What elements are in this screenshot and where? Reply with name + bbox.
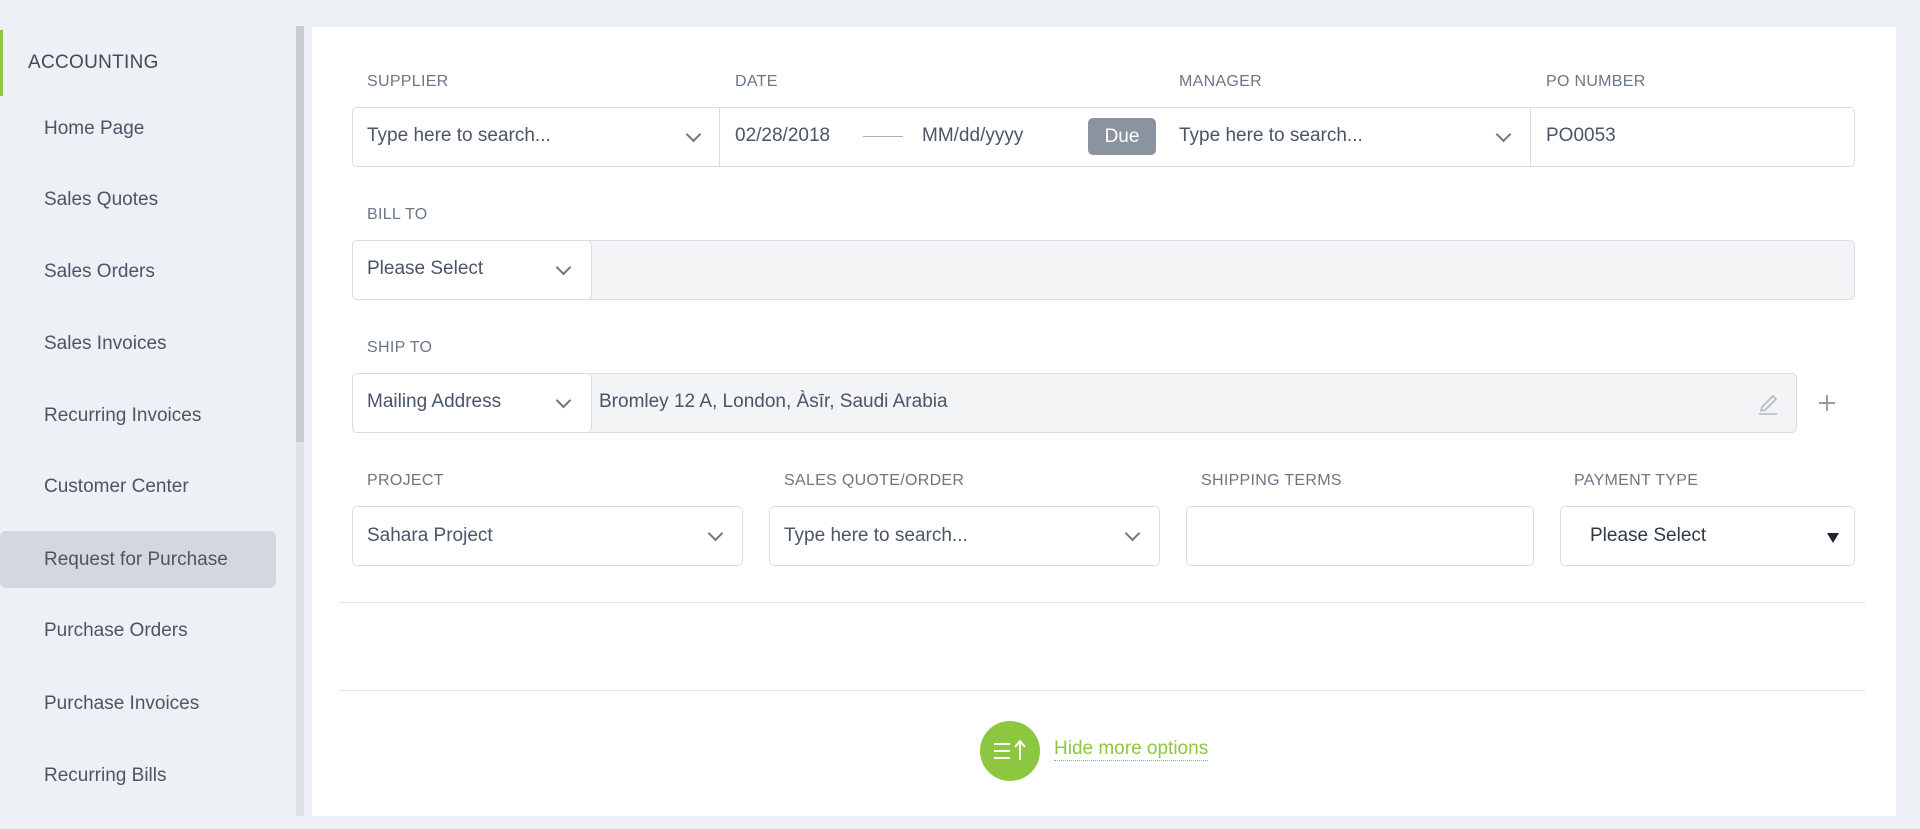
sidebar-item-request-for-purchase[interactable]: Request for Purchase bbox=[0, 531, 276, 588]
supplier-label: SUPPLIER bbox=[367, 73, 449, 90]
sidebar-item-home-page[interactable]: Home Page bbox=[0, 100, 276, 157]
manager-label: MANAGER bbox=[1179, 73, 1262, 90]
ship-to-address-value: Bromley 12 A, London, Àsīr, Saudi Arabia bbox=[599, 391, 948, 412]
payment-type-label: PAYMENT TYPE bbox=[1574, 472, 1699, 489]
sidebar-item-label: Request for Purchase bbox=[44, 548, 228, 570]
sidebar-item-label: Customer Center bbox=[44, 475, 189, 497]
collapse-options-button[interactable] bbox=[980, 721, 1040, 781]
due-badge: Due bbox=[1088, 118, 1156, 155]
sidebar-item-label: Home Page bbox=[44, 117, 145, 139]
sidebar-item-purchase-orders[interactable]: Purchase Orders bbox=[0, 602, 276, 659]
shipping-terms-field[interactable] bbox=[1186, 506, 1534, 566]
sidebar-item-recurring-bills[interactable]: Recurring Bills bbox=[0, 747, 276, 804]
section-accent-bar bbox=[0, 30, 3, 96]
sidebar-item-purchase-invoices[interactable]: Purchase Invoices bbox=[0, 675, 276, 732]
section-divider bbox=[340, 602, 1866, 603]
ship-to-select-value: Mailing Address bbox=[367, 391, 502, 412]
caret-down-icon[interactable] bbox=[1827, 533, 1839, 543]
hide-more-options-link[interactable]: Hide more options bbox=[1054, 738, 1209, 761]
sidebar-item-recurring-invoices[interactable]: Recurring Invoices bbox=[0, 387, 276, 444]
po-number-field[interactable]: PO0053 bbox=[1546, 125, 1616, 147]
sales-quote-order-search-input[interactable]: Type here to search... bbox=[784, 525, 968, 547]
sidebar-item-label: Recurring Bills bbox=[44, 764, 167, 786]
shipping-terms-label: SHIPPING TERMS bbox=[1201, 472, 1342, 489]
supplier-search-input[interactable]: Type here to search... bbox=[367, 125, 551, 147]
sales-quote-order-label: SALES QUOTE/ORDER bbox=[784, 472, 965, 489]
sidebar-item-label: Sales Orders bbox=[44, 260, 155, 282]
collapse-options-icon bbox=[994, 739, 1026, 760]
sidebar-item-sales-quotes[interactable]: Sales Quotes bbox=[0, 171, 276, 228]
pencil-icon[interactable] bbox=[1756, 390, 1780, 416]
bill-to-label: BILL TO bbox=[367, 206, 428, 223]
divider bbox=[1530, 107, 1531, 167]
sidebar-item-label: Purchase Orders bbox=[44, 619, 188, 641]
project-select-value: Sahara Project bbox=[367, 525, 493, 546]
po-number-label: PO NUMBER bbox=[1546, 73, 1646, 90]
date-label: DATE bbox=[735, 73, 778, 90]
section-divider bbox=[340, 690, 1866, 691]
sidebar-item-sales-orders[interactable]: Sales Orders bbox=[0, 243, 276, 300]
divider bbox=[719, 107, 720, 167]
due-date-input[interactable]: MM/dd/yyyy bbox=[922, 125, 1023, 147]
plus-icon[interactable] bbox=[1817, 393, 1837, 413]
sidebar-item-label: Purchase Invoices bbox=[44, 692, 200, 714]
request-for-purchase-form: SUPPLIER DATE MANAGER PO NUMBER Type her… bbox=[312, 27, 1896, 816]
payment-type-select-value: Please Select bbox=[1590, 525, 1707, 546]
sidebar-section-title: ACCOUNTING bbox=[28, 52, 159, 73]
sidebar: ACCOUNTING Home Page Sales Quotes Sales … bbox=[0, 26, 296, 816]
ship-to-label: SHIP TO bbox=[367, 339, 433, 356]
project-label: PROJECT bbox=[367, 472, 444, 489]
bill-to-select-value: Please Select bbox=[367, 258, 484, 279]
manager-search-input[interactable]: Type here to search... bbox=[1179, 125, 1363, 147]
sidebar-item-customer-center[interactable]: Customer Center bbox=[0, 458, 276, 515]
date-range-dash bbox=[863, 136, 903, 137]
sidebar-item-label: Sales Quotes bbox=[44, 188, 159, 210]
sidebar-item-label: Sales Invoices bbox=[44, 332, 167, 354]
date-input[interactable]: 02/28/2018 bbox=[735, 125, 830, 147]
sidebar-item-label: Recurring Invoices bbox=[44, 404, 202, 426]
sidebar-scrollbar-thumb[interactable] bbox=[296, 26, 304, 442]
sidebar-item-sales-invoices[interactable]: Sales Invoices bbox=[0, 315, 276, 372]
